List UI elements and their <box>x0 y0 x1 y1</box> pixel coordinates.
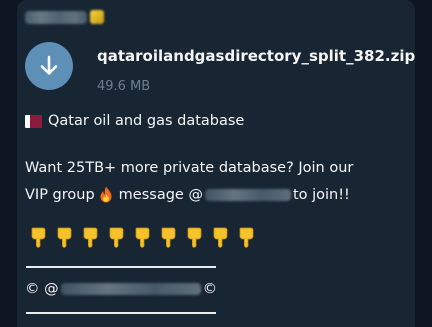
chat-canvas: qataroilandgasdirectory_split_382.zip 49… <box>0 0 432 327</box>
file-size: 49.6 MB <box>97 79 151 94</box>
pointing-down-hand-icon <box>187 227 202 248</box>
fire-icon <box>100 186 112 203</box>
pointing-down-hand-icon <box>31 227 46 248</box>
copyright-line: © @ © <box>25 281 217 297</box>
blurred-copyright-handle[interactable] <box>60 283 201 295</box>
promo-text-2c: to join!! <box>292 186 350 203</box>
blurred-sender-name <box>25 10 87 24</box>
promo-text-2b: message @ <box>118 186 203 203</box>
divider-top <box>26 266 216 268</box>
pointing-down-hand-icon <box>161 227 176 248</box>
pointing-down-hand-icon <box>83 227 98 248</box>
qatar-flag-icon <box>25 114 42 128</box>
download-button[interactable] <box>25 42 73 90</box>
pointing-down-hand-icon <box>135 227 150 248</box>
divider-bottom <box>26 312 216 314</box>
title-line: Qatar oil and gas database <box>25 113 244 129</box>
copyright-suffix: © <box>202 281 218 297</box>
pointing-down-hand-icon <box>57 227 72 248</box>
sender-name-redacted[interactable] <box>25 8 107 26</box>
pointing-down-hand-icon <box>213 227 228 248</box>
pointing-down-hand-icon <box>239 227 254 248</box>
copyright-prefix: © @ <box>25 281 59 297</box>
pointing-down-hand-icon <box>109 227 124 248</box>
pointing-hands-row <box>30 226 255 248</box>
file-name[interactable]: qataroilandgasdirectory_split_382.zip <box>97 47 415 65</box>
download-arrow-icon <box>40 55 58 75</box>
promo-text-2a: VIP group <box>25 186 95 203</box>
blurred-emoji-icon <box>90 10 104 24</box>
title-text: Qatar oil and gas database <box>48 113 245 129</box>
blurred-handle[interactable] <box>204 188 291 201</box>
promo-text-1: Want 25TB+ more private database? Join o… <box>25 160 354 176</box>
promo-line-2: VIP group message @ to join!! <box>25 186 350 203</box>
promo-line-1: Want 25TB+ more private database? Join o… <box>25 160 353 176</box>
